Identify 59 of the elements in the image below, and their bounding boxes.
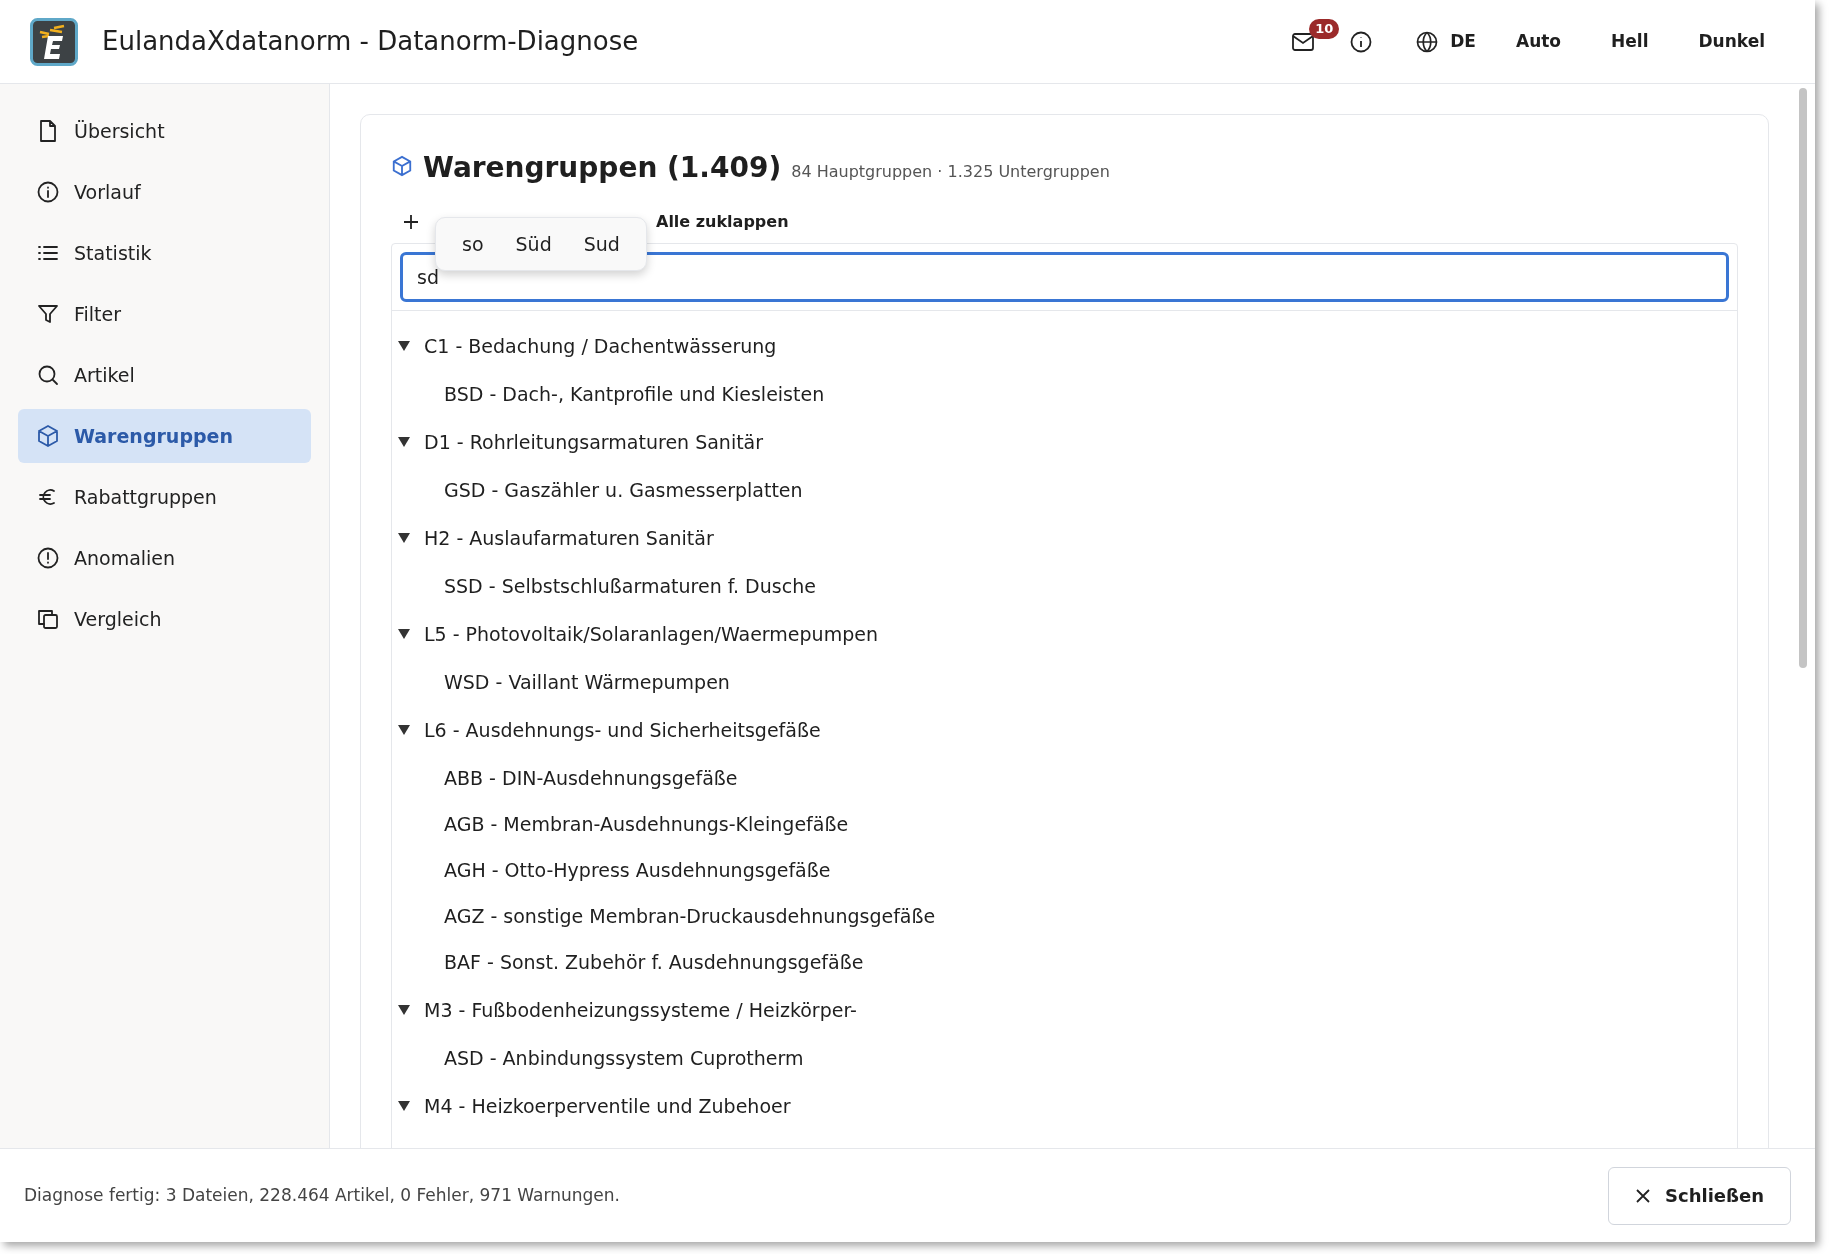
theme-button[interactable]: Dunkel <box>1698 28 1765 55</box>
notification-badge: 10 <box>1309 18 1340 39</box>
box-icon <box>391 155 413 177</box>
tree-item-label[interactable]: AGZ - sonstige Membran-Druckausdehnungsgefäße <box>444 901 936 931</box>
window-title: EulandaXdatanorm - Datanorm-Diagnose <box>102 25 639 58</box>
close-button[interactable]: Schließen <box>1608 1166 1791 1225</box>
sidebar-item[interactable]: Filter <box>18 287 311 341</box>
sidebar-item[interactable]: Vergleich <box>18 592 311 646</box>
tree-item-label[interactable]: WSD - Vaillant Wärmepumpen <box>444 667 730 697</box>
panel-title: Warengruppen (1.409) <box>423 150 782 186</box>
toggle-icon[interactable] <box>398 1005 412 1015</box>
search-field[interactable]: sd <box>400 252 1729 302</box>
toggle-icon[interactable] <box>398 437 412 447</box>
mail-icon[interactable] <box>1292 32 1315 51</box>
toggle-icon[interactable] <box>398 1101 412 1111</box>
box-icon <box>36 424 60 448</box>
sidebar-item[interactable]: Übersicht <box>18 104 311 158</box>
sidebar-item[interactable]: Anomalien <box>18 531 311 585</box>
toggle-icon[interactable] <box>398 629 412 639</box>
sidebar-item[interactable]: Statistik <box>18 226 311 280</box>
theme-button[interactable]: Hell <box>1611 28 1649 55</box>
sidebar-item[interactable]: Warengruppen <box>18 409 311 463</box>
tree-item-label[interactable]: ASD - Anbindungssystem Cuprotherm <box>444 1043 804 1073</box>
alert-icon <box>36 546 60 570</box>
tree-group-label[interactable]: C1 - Bedachung / Dachentwässerung <box>424 331 777 361</box>
sidebar-item[interactable]: Artikel <box>18 348 311 402</box>
language-button[interactable]: DE <box>1416 28 1476 55</box>
tree-item-label[interactable]: AGH - Otto-Hypress Ausdehnungsgefäße <box>444 855 831 885</box>
tree-group-label[interactable]: L6 - Ausdehnungs- und Sicherheitsgefäße <box>424 715 821 745</box>
toggle-icon[interactable] <box>398 725 412 735</box>
search-icon <box>36 363 60 387</box>
theme-button[interactable]: Auto <box>1515 28 1562 55</box>
scrollbar-thumb[interactable] <box>1799 88 1807 668</box>
sidebar-item[interactable]: Rabattgruppen <box>18 470 311 524</box>
tree-group-label[interactable]: D1 - Rohrleitungsarmaturen Sanitär <box>424 427 764 457</box>
info-icon <box>36 180 60 204</box>
filter-icon <box>36 302 60 326</box>
tree-item-label[interactable]: GSD - Gaszähler u. Gasmesserplatten <box>444 475 803 505</box>
sidebar-item[interactable]: Vorlauf <box>18 165 311 219</box>
tree-item-label[interactable]: BAF - Sonst. Zubehör f. Ausdehnungsgefäße <box>444 947 864 977</box>
status-message: Diagnose fertig: 3 Dateien, 228.464 Artikel, 0 Fehler, 971 Warnungen. <box>24 1183 620 1207</box>
app-logo <box>30 17 78 66</box>
tree-group-label[interactable]: L5 - Photovoltaik/Solaranlagen/Waermepumpen <box>424 619 878 649</box>
tree-group-label[interactable]: H2 - Auslaufarmaturen Sanitär <box>424 523 714 553</box>
info-icon[interactable] <box>1350 30 1373 53</box>
close-icon <box>1635 1187 1652 1204</box>
tree-group-label[interactable]: M4 - Heizkoerperventile und Zubehoer <box>424 1091 791 1121</box>
collapse-all-button[interactable]: Alle zuklappen <box>656 210 789 234</box>
tree-group-label[interactable]: M3 - Fußbodenheizungssysteme / Heizkörper- <box>424 995 857 1025</box>
tree-item-label[interactable]: AGB - Membran-Ausdehnungs-Kleingefäße <box>444 809 849 839</box>
tree-item-label[interactable]: ABB - DIN-Ausdehnungsgefäße <box>444 763 738 793</box>
globe-icon <box>1416 30 1439 53</box>
copy-icon <box>36 607 60 631</box>
toggle-icon[interactable] <box>398 341 412 351</box>
toggle-icon[interactable] <box>398 533 412 543</box>
tree-item-label[interactable]: SSD - Selbstschlußarmaturen f. Dusche <box>444 571 816 601</box>
tree-item-label[interactable]: BSD - Dach-, Kantprofile und Kiesleisten <box>444 379 825 409</box>
plus-icon <box>403 214 419 230</box>
panel-subtitle: 84 Hauptgruppen · 1.325 Untergruppen <box>791 161 1110 183</box>
